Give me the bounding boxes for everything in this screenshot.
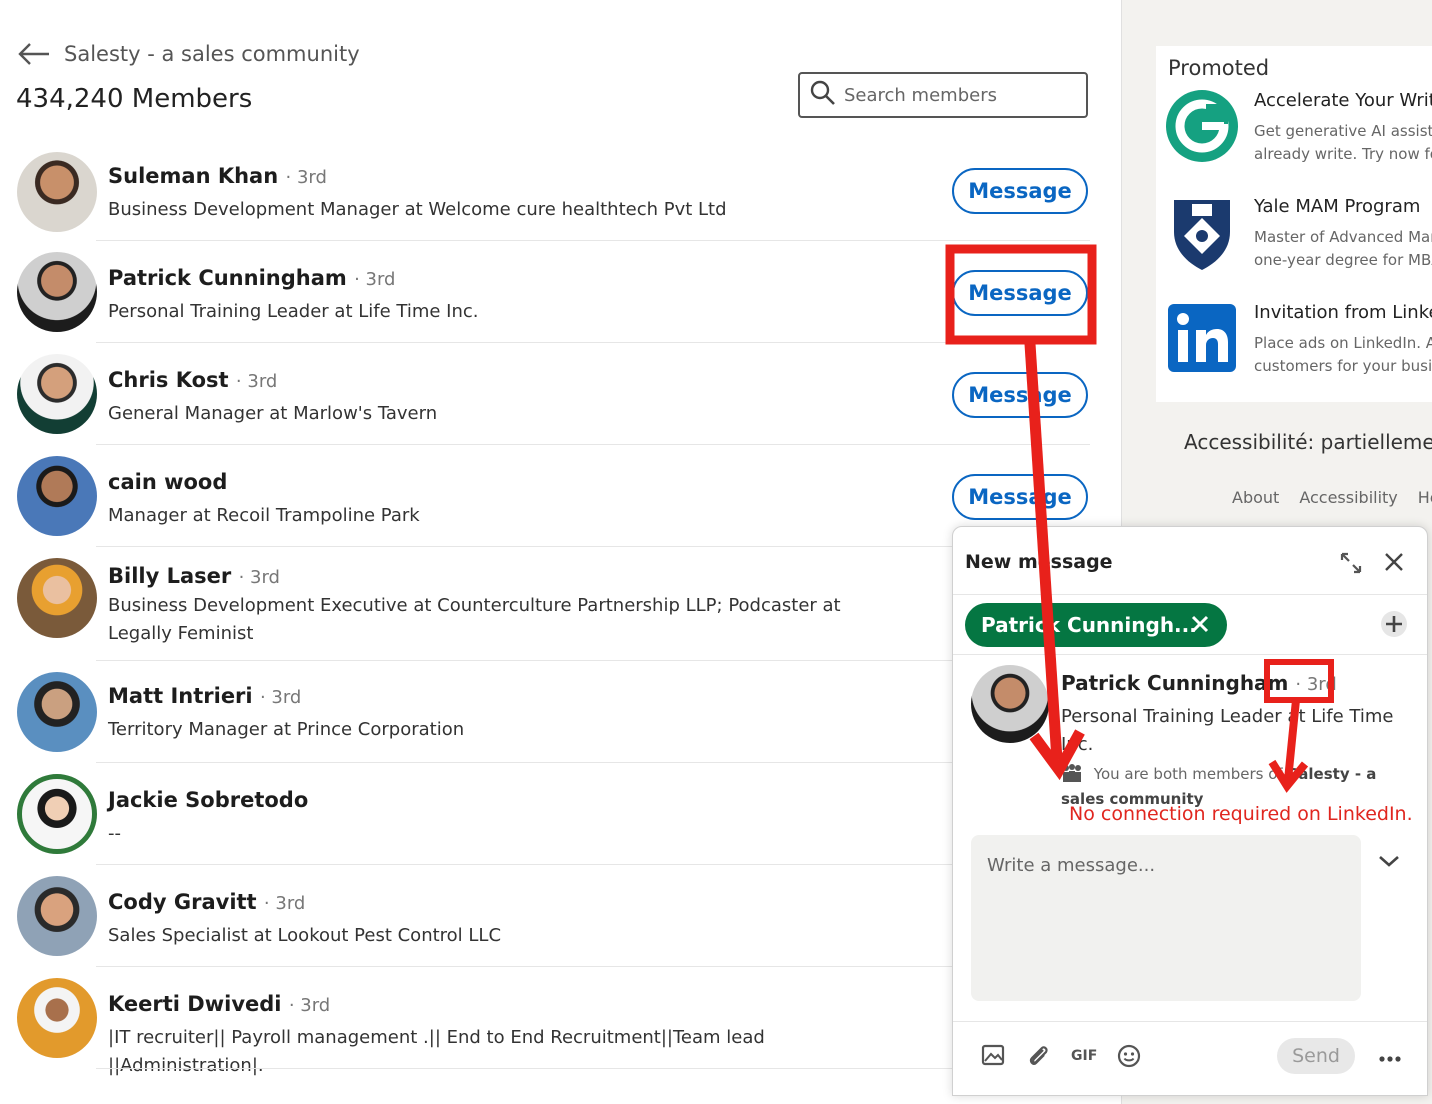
- send-button[interactable]: Send: [1277, 1038, 1355, 1074]
- member-headline: Sales Specialist at Lookout Pest Control…: [108, 925, 502, 946]
- member-headline: Manager at Recoil Trampoline Park: [108, 505, 420, 526]
- group-name[interactable]: Salesty - a sales community: [64, 42, 360, 66]
- row-divider: [96, 546, 1090, 547]
- row-divider: [96, 342, 1090, 343]
- message-button[interactable]: Message: [952, 372, 1088, 418]
- member-headline: Territory Manager at Prince Corporation: [108, 719, 465, 740]
- profile-headline: Personal Training Leader at Life Time In…: [1061, 706, 1394, 755]
- recipient-pill[interactable]: Patrick Cunningh...: [965, 603, 1227, 647]
- message-button[interactable]: Message: [952, 474, 1088, 520]
- ad-description: Master of Advanced Managementone-year de…: [1254, 228, 1432, 269]
- member-name[interactable]: Keerti Dwivedi: [108, 992, 282, 1016]
- degree-badge: · 3rd: [285, 167, 327, 188]
- profile-name-line: Patrick Cunningham · 3rd: [1061, 671, 1337, 695]
- row-divider: [96, 864, 1090, 865]
- row-divider: [96, 966, 1090, 967]
- search-icon: [810, 80, 836, 110]
- image-icon[interactable]: [981, 1044, 1005, 1070]
- recipient-bar: Patrick Cunningh...: [953, 595, 1427, 655]
- grammarly-logo-icon: [1166, 90, 1238, 166]
- avatar[interactable]: [17, 774, 97, 854]
- avatar[interactable]: [17, 672, 97, 752]
- avatar[interactable]: [971, 665, 1049, 743]
- accessibility-notice: Accessibilité: partiellement: [1184, 430, 1432, 454]
- message-button[interactable]: Message: [952, 168, 1088, 214]
- member-name[interactable]: Chris Kost: [108, 368, 229, 392]
- degree-badge: · 3rd: [238, 567, 280, 588]
- yale-shield-logo-icon: [1166, 196, 1238, 272]
- avatar[interactable]: [17, 152, 97, 232]
- message-input[interactable]: [971, 835, 1361, 1001]
- group-icon: [1061, 764, 1083, 788]
- new-message-window: New message Patrick Cunningh... Patrick …: [952, 526, 1428, 1096]
- search-members-field[interactable]: [798, 72, 1088, 118]
- member-name[interactable]: cain wood: [108, 470, 227, 494]
- header-row: Salesty - a sales community: [18, 42, 360, 66]
- ad-title[interactable]: Invitation from LinkedIn: [1254, 302, 1432, 323]
- member-name[interactable]: Suleman Khan: [108, 164, 278, 188]
- search-input[interactable]: [844, 84, 1064, 106]
- linkedin-logo-icon: [1166, 302, 1238, 378]
- member-name[interactable]: Patrick Cunningham: [108, 266, 347, 290]
- degree-badge: · 3rd: [354, 269, 396, 290]
- avatar[interactable]: [17, 354, 97, 434]
- chevron-down-icon[interactable]: [1377, 853, 1401, 873]
- footer-link-about[interactable]: About: [1232, 488, 1279, 507]
- member-headline: --: [108, 823, 121, 844]
- footer-links: About Accessibility Help: [1232, 488, 1432, 507]
- back-arrow-icon[interactable]: [18, 42, 50, 66]
- avatar[interactable]: [17, 978, 97, 1058]
- footer-link-help[interactable]: Help: [1418, 488, 1432, 507]
- member-count: 434,240 Members: [16, 84, 253, 114]
- ad-title[interactable]: Accelerate Your Writing: [1254, 90, 1432, 111]
- ad-description: Get generative AI assistancealready writ…: [1254, 122, 1432, 163]
- annotation-note: No connection required on LinkedIn.: [1069, 803, 1413, 825]
- ad-title[interactable]: Yale MAM Program: [1254, 196, 1420, 217]
- degree-badge: · 3rd: [288, 995, 331, 1016]
- member-name[interactable]: Matt Intrieri: [108, 684, 253, 708]
- emoji-icon[interactable]: [1117, 1044, 1141, 1072]
- member-headline: Business Development Manager at Welcome …: [108, 199, 727, 220]
- remove-recipient-icon[interactable]: [1189, 613, 1211, 640]
- member-headline: General Manager at Marlow's Tavern: [108, 403, 438, 424]
- degree-badge: · 3rd: [259, 687, 302, 708]
- degree-badge: · 3rd: [235, 371, 278, 392]
- compose-header: New message: [953, 527, 1427, 595]
- promoted-card: Promoted Accelerate Your Writing Get gen…: [1156, 46, 1432, 402]
- degree-badge: · 3rd: [1295, 674, 1337, 695]
- member-headline: Personal Training Leader at Life Time In…: [108, 301, 479, 322]
- message-button[interactable]: Message: [952, 270, 1088, 316]
- row-divider: [96, 762, 1090, 763]
- attachment-icon[interactable]: [1027, 1044, 1051, 1072]
- member-name[interactable]: Jackie Sobretodo: [108, 788, 308, 812]
- avatar[interactable]: [17, 456, 97, 536]
- footer-link-accessibility[interactable]: Accessibility: [1299, 488, 1397, 507]
- gif-icon[interactable]: GIF: [1071, 1048, 1097, 1064]
- row-divider: [96, 1068, 1090, 1069]
- avatar[interactable]: [17, 876, 97, 956]
- member-name[interactable]: Cody Gravitt: [108, 890, 257, 914]
- member-headline: |IT recruiter|| Payroll management .|| E…: [108, 1027, 765, 1076]
- profile-name[interactable]: Patrick Cunningham: [1061, 671, 1288, 695]
- recipient-name: Patrick Cunningh...: [981, 613, 1197, 637]
- row-divider: [96, 240, 1090, 241]
- add-recipient-icon[interactable]: [1379, 609, 1409, 643]
- ad-description: Place ads on LinkedIn. Attractcustomers …: [1254, 334, 1432, 375]
- promoted-label: Promoted: [1168, 56, 1270, 80]
- compose-toolbar: GIF Send: [953, 1021, 1427, 1095]
- shared-prefix: You are both members of: [1093, 765, 1283, 783]
- degree-badge: · 3rd: [263, 893, 306, 914]
- member-headline: Business Development Executive at Counte…: [108, 595, 841, 644]
- avatar[interactable]: [17, 558, 97, 638]
- member-name[interactable]: Billy Laser: [108, 564, 231, 588]
- avatar[interactable]: [17, 252, 97, 332]
- more-options-icon[interactable]: [1379, 1048, 1401, 1067]
- expand-icon[interactable]: [1339, 551, 1363, 579]
- row-divider: [96, 660, 1090, 661]
- close-icon[interactable]: [1383, 551, 1405, 577]
- compose-title: New message: [965, 551, 1113, 573]
- row-divider: [96, 444, 1090, 445]
